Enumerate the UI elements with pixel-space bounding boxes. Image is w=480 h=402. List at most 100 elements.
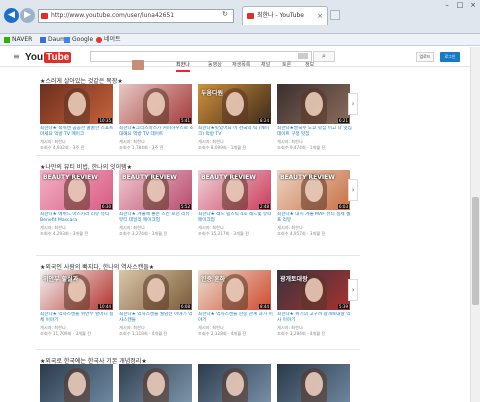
- video-title[interactable]: 최한나★ 숙취엔 곰곰한 꿀꿀한 스포트 마세요 먹방 TV 메이크: [40, 126, 116, 138]
- menu-icon[interactable]: ≡: [13, 53, 20, 61]
- video-uploader: 게시자: 최한나: [40, 225, 66, 230]
- maximize-button[interactable]: □: [453, 0, 467, 10]
- thumbnail-face: [226, 92, 244, 116]
- video-title[interactable]: 최한나★ 역사스캔들 위안부 할머니 실체 이야기: [40, 312, 116, 324]
- video-thumbnail[interactable]: [40, 364, 113, 402]
- video-title[interactable]: 최한나★ 대시 겨울 MAF 뷰티 실제 셀프 리뷰: [277, 212, 353, 224]
- section-divider: [36, 155, 360, 156]
- video-views: 조회수 4,957회 · 3개월 전: [277, 231, 326, 236]
- tab-discussion[interactable]: 토론: [282, 61, 291, 68]
- thumbnail-face: [305, 92, 323, 116]
- video-views: 조회수 1,118회 · 4개월 전: [119, 331, 168, 336]
- video-thumbnail[interactable]: 6:21: [277, 84, 350, 124]
- video-thumbnail[interactable]: [119, 364, 192, 402]
- minimize-button[interactable]: –: [440, 0, 454, 10]
- forward-button[interactable]: ▶: [20, 8, 35, 23]
- video-thumbnail[interactable]: 6:08: [119, 270, 192, 310]
- naver-icon: [4, 36, 10, 43]
- video-thumbnail[interactable]: [277, 364, 350, 402]
- thumbnail-face: [147, 92, 165, 116]
- favorite-google[interactable]: Google: [64, 34, 93, 45]
- thumbnail-caption: BEAUTY REVIEW: [280, 174, 335, 181]
- tab-playlists[interactable]: 재생목록: [232, 61, 250, 68]
- video-thumbnail[interactable]: 광개토대왕 5:39: [277, 270, 350, 310]
- video-title[interactable]: 최한나★ 겨울에 좋은 스킨 로션 리뷰 뷰티 데일리 메이크업: [119, 212, 195, 224]
- video-title[interactable]: 최한나★ 위기의 고구려 광개토대왕 역사 이야기: [277, 312, 353, 324]
- thumbnail-caption: BEAUTY REVIEW: [43, 174, 98, 181]
- video-uploader: 게시자: 최한나: [40, 139, 66, 144]
- login-button[interactable]: 로그인: [440, 52, 460, 62]
- youtube-tab-icon: [247, 13, 254, 19]
- video-thumbnail[interactable]: 한중 훈하 8:44: [198, 270, 271, 310]
- tab-home[interactable]: 최한나: [176, 61, 190, 72]
- video-thumbnail[interactable]: 두움다원 8:24: [198, 84, 271, 124]
- video-thumbnail[interactable]: [198, 364, 271, 402]
- video-duration: 5:52: [180, 204, 191, 209]
- browser-toolbar: ◀ ▶ http://www.youtube.com/user/luna4265…: [0, 0, 480, 34]
- shelf-next-arrow-icon[interactable]: ›: [348, 179, 358, 201]
- video-views: 조회수 2,128회 · 4개월 전: [198, 331, 247, 336]
- address-bar[interactable]: http://www.youtube.com/user/luna42651: [38, 9, 234, 23]
- address-text: http://www.youtube.com/user/luna42651: [51, 12, 175, 19]
- youtube-logo[interactable]: You Tube: [25, 52, 72, 63]
- thumbnail-face: [68, 372, 86, 396]
- video-uploader: 게시자: 최한나: [198, 225, 224, 230]
- video-thumbnail[interactable]: BEAUTY REVIEW 2:48: [198, 170, 271, 210]
- thumbnail-caption: 광개토대왕: [280, 276, 308, 283]
- tab-videos[interactable]: 동영상: [208, 61, 222, 68]
- video-title[interactable]: 최한나★ 역사스캔들 한중 관계 과거 이야기: [198, 312, 274, 324]
- shelf-next-arrow-icon[interactable]: ›: [348, 279, 358, 301]
- video-duration: 6:03: [338, 204, 349, 209]
- favorite-daum[interactable]: Daum: [40, 34, 66, 45]
- video-uploader: 게시자: 최한나: [119, 225, 145, 230]
- video-views: 조회수 3,274회 · 3개월 전: [119, 231, 168, 236]
- video-title[interactable]: 최한나★ 역사스캔들 월남전 이야기 역사스캔들: [119, 312, 195, 324]
- video-title[interactable]: 최한나★ 레드 립스틱 4호 레드빛 뷰티 메이크업: [198, 212, 274, 224]
- favorites-bar: NAVER Daum Google 네이트: [0, 34, 480, 46]
- thumbnail-face: [147, 278, 165, 302]
- video-views: 조회수 15,317회 · 3개월 전: [198, 231, 249, 236]
- upload-button[interactable]: 업로드: [416, 52, 434, 62]
- video-duration: 5:41: [180, 118, 191, 123]
- scrollbar-thumb[interactable]: [472, 197, 479, 305]
- shelf-next-arrow-icon[interactable]: ›: [348, 93, 358, 115]
- favorite-naver[interactable]: NAVER: [4, 34, 32, 45]
- video-thumbnail[interactable]: BEAUTY REVIEW 6:03: [277, 170, 350, 210]
- video-duration: 6:08: [180, 304, 191, 309]
- video-title[interactable]: 최한나★크리스마스가 커피하우스로 초대해요 먹방 TV 데이트: [119, 126, 195, 138]
- video-duration: 2:48: [259, 204, 270, 209]
- video-uploader: 게시자: 최한나: [40, 325, 66, 330]
- channel-nav: 최한나 동영상 재생목록 채널 토론 정보: [132, 53, 348, 72]
- tab-close-icon[interactable]: ×: [317, 7, 323, 25]
- back-button[interactable]: ◀: [4, 8, 19, 23]
- browser-tab[interactable]: 최한나 - YouTube ×: [242, 6, 328, 25]
- video-thumbnail[interactable]: BEAUTY REVIEW 5:52: [119, 170, 192, 210]
- video-uploader: 게시자: 최한나: [277, 325, 303, 330]
- google-icon: [64, 36, 70, 43]
- favorite-nate[interactable]: 네이트: [96, 34, 121, 45]
- video-thumbnail[interactable]: 10:35: [40, 84, 113, 124]
- video-thumbnail[interactable]: 위안부 할실과 10:44: [40, 270, 113, 310]
- video-duration: 6:21: [338, 118, 349, 123]
- new-tab-button[interactable]: [330, 10, 340, 20]
- thumbnail-face: [226, 372, 244, 396]
- video-duration: 6:30: [101, 204, 112, 209]
- video-uploader: 게시자: 최한나: [119, 325, 145, 330]
- video-title[interactable]: 최한나★ 에뛰드 마스카라 리뷰 뷰티 Benefit Mascara: [40, 212, 116, 224]
- refresh-icon[interactable]: ↻: [222, 10, 228, 18]
- video-title[interactable]: 최한나★맛있어요 이 천국의 떡 (메이크) 먹방 TV: [198, 126, 274, 138]
- video-title[interactable]: 최한나★쌀국수 도쿄 맛집 이고 나 맛집 데이트 구정 맛집: [277, 126, 353, 138]
- thumbnail-caption: 두움다원: [201, 90, 224, 97]
- video-thumbnail[interactable]: 5:41: [119, 84, 192, 124]
- tab-channels[interactable]: 채널: [261, 61, 270, 68]
- video-uploader: 게시자: 최한나: [277, 225, 303, 230]
- thumbnail-face: [226, 178, 244, 202]
- video-thumbnail[interactable]: BEAUTY REVIEW 6:30: [40, 170, 113, 210]
- vertical-scrollbar[interactable]: [470, 47, 480, 402]
- channel-avatar[interactable]: [132, 60, 144, 70]
- thumbnail-face: [147, 372, 165, 396]
- tab-about[interactable]: 정보: [305, 61, 314, 68]
- close-window-button[interactable]: ×: [466, 0, 480, 10]
- video-views: 조회수 3,284회 · 4개월 전: [277, 331, 326, 336]
- video-duration: 5:39: [338, 304, 349, 309]
